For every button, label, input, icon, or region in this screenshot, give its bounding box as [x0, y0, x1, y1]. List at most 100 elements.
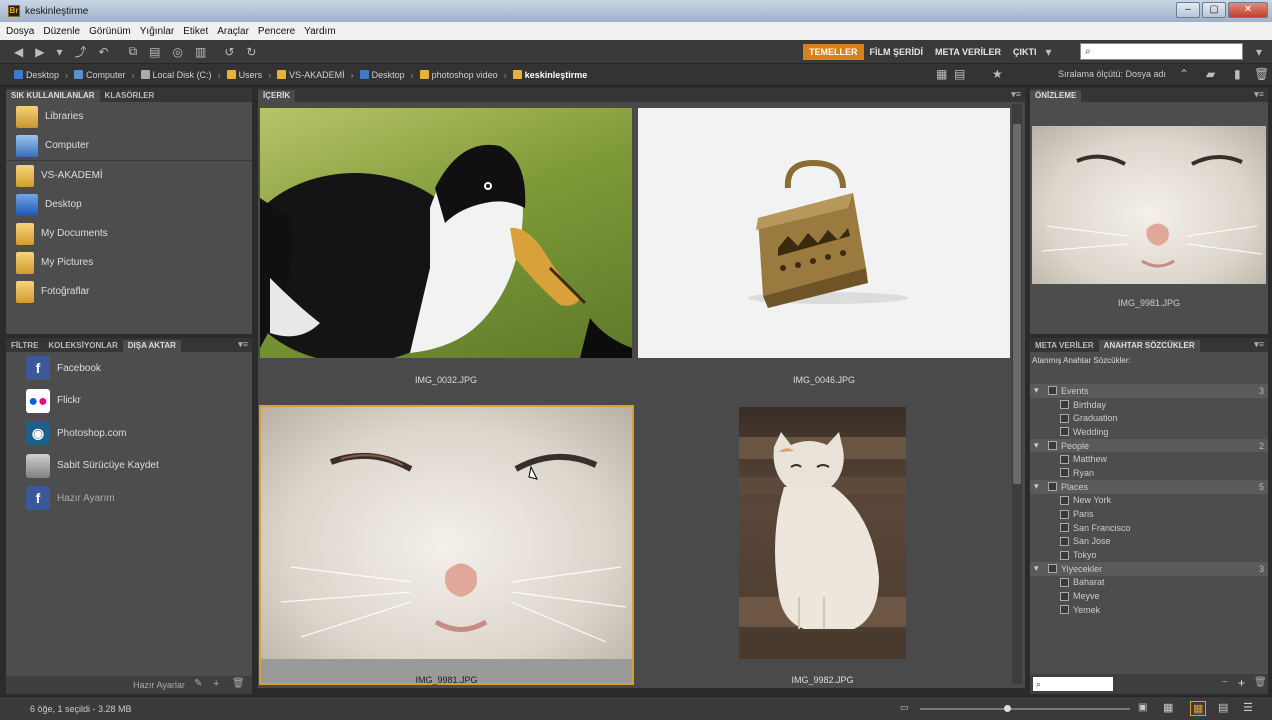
keyword-checkbox[interactable] [1060, 427, 1069, 437]
keyword-item[interactable]: New York [1030, 494, 1268, 508]
tab-folders[interactable]: KLASÖRLER [100, 90, 160, 102]
breadcrumb-item[interactable]: Local Disk (C:) › [140, 70, 221, 80]
keyword-checkbox[interactable] [1060, 413, 1069, 423]
search-clear-icon[interactable]: ▾ [1256, 45, 1262, 59]
tab-collections[interactable]: KOLEKSİYONLAR [43, 340, 122, 352]
search-input[interactable]: ⌕ [1080, 43, 1243, 60]
keyword-category-events[interactable]: ▾ Events 3 [1030, 384, 1268, 398]
keyword-item[interactable]: Birthday [1030, 398, 1268, 412]
favorite-item-computer[interactable]: Computer [6, 131, 252, 160]
keyword-item[interactable]: Yemek [1030, 603, 1268, 617]
export-item-photoshop-com[interactable]: ◉ Photoshop.com [6, 417, 252, 450]
keyword-checkbox[interactable] [1060, 577, 1069, 587]
forward-arrow-icon[interactable]: ▶ [35, 45, 44, 59]
zoom-out-icon[interactable]: ▭ [900, 702, 909, 713]
parent-folder-icon[interactable]: ⤴ [75, 43, 87, 60]
edit-icon[interactable]: ✎ [194, 678, 202, 689]
thumbnail-img-9982[interactable] [739, 407, 906, 659]
open-recent-folder-icon[interactable]: ▰ [1206, 67, 1215, 81]
keyword-checkbox[interactable] [1060, 591, 1069, 601]
star-filter-icon[interactable]: ★ [992, 67, 1003, 81]
keyword-checkbox[interactable] [1060, 468, 1069, 478]
tab-metadata[interactable]: META VERİLER [1030, 340, 1099, 352]
menu-gorunum[interactable]: Görünüm [89, 26, 131, 37]
panel-menu-icon[interactable]: ▾≡ [1011, 89, 1021, 100]
keyword-checkbox[interactable] [1048, 441, 1057, 451]
keyword-checkbox[interactable] [1060, 550, 1069, 560]
view-options-icon[interactable]: ▤ [954, 67, 965, 81]
grid-lock-icon[interactable]: ▦ [1163, 701, 1173, 714]
breadcrumb-item[interactable]: Desktop › [359, 70, 414, 80]
keyword-item[interactable]: Ryan [1030, 466, 1268, 480]
slider-knob[interactable] [1004, 705, 1011, 712]
thumbnail-img-0032[interactable] [260, 108, 632, 358]
back-arrow-icon[interactable]: ◀ [14, 45, 23, 59]
keyword-item[interactable]: San Francisco [1030, 521, 1268, 535]
content-scrollbar[interactable] [1012, 104, 1022, 684]
keyword-item[interactable]: San Jose [1030, 535, 1268, 549]
menu-yardim[interactable]: Yardım [304, 26, 336, 37]
reveal-recent-icon[interactable]: ↶ [99, 45, 109, 59]
camera-download-icon[interactable]: ⧉ [129, 44, 138, 59]
history-dropdown-icon[interactable]: ▾ [56, 45, 62, 59]
thumbnail-view-icon[interactable]: ▦ [1190, 701, 1207, 716]
keyword-item[interactable]: Matthew [1030, 452, 1268, 466]
favorite-item-my-documents[interactable]: My Documents [6, 219, 252, 248]
minimize-button[interactable]: – [1176, 2, 1200, 18]
tab-export[interactable]: DIŞA AKTAR [122, 340, 181, 352]
menu-duzenle[interactable]: Düzenle [43, 26, 80, 37]
keyword-item[interactable]: Paris [1030, 507, 1268, 521]
tab-filter[interactable]: FİLTRE [6, 340, 43, 352]
keyword-checkbox[interactable] [1048, 482, 1057, 492]
details-view-icon[interactable]: ▤ [1218, 701, 1228, 714]
tab-preview[interactable]: ÖNİZLEME [1030, 90, 1082, 102]
favorite-item-libraries[interactable]: Libraries [6, 102, 252, 131]
list-view-icon[interactable]: ☰ [1243, 701, 1253, 714]
breadcrumb-item[interactable]: VS-AKADEMİ › [277, 70, 354, 80]
keyword-checkbox[interactable] [1060, 523, 1069, 533]
keyword-category-places[interactable]: ▾ Places 5 [1030, 479, 1268, 494]
favorite-item-fotograflar[interactable]: Fotoğraflar [6, 277, 252, 306]
preview-image[interactable] [1032, 126, 1266, 284]
export-item-preset[interactable]: f Hazır Ayarım [6, 482, 252, 515]
scrollbar-thumb[interactable] [1013, 124, 1021, 484]
maximize-button[interactable]: ▢ [1202, 2, 1226, 18]
export-item-flickr[interactable]: ●● Flickr [6, 385, 252, 418]
add-icon[interactable]: + [213, 678, 219, 690]
keyword-item[interactable]: Wedding [1030, 425, 1268, 439]
keyword-checkbox[interactable] [1060, 495, 1069, 505]
tab-favorites[interactable]: SIK KULLANILANLAR [6, 90, 100, 102]
rotate-right-icon[interactable]: ↻ [246, 45, 256, 59]
keyword-checkbox[interactable] [1060, 509, 1069, 519]
keyword-search-input[interactable]: ⌕ [1033, 677, 1113, 691]
collapse-icon[interactable]: ▾ [1034, 385, 1048, 396]
workspace-tab-meta-veriler[interactable]: META VERİLER [929, 44, 1007, 60]
keyword-item[interactable]: Baharat [1030, 576, 1268, 590]
workspace-tab-film-seridi[interactable]: FİLM ŞERİDİ [864, 44, 930, 60]
delete-icon[interactable]: 🗑 [1254, 67, 1269, 81]
keyword-checkbox[interactable] [1048, 386, 1057, 396]
breadcrumb-item[interactable]: Desktop › [14, 70, 68, 80]
keyword-item[interactable]: Tokyo [1030, 548, 1268, 562]
panel-menu-icon[interactable]: ▾≡ [1254, 89, 1264, 100]
export-item-facebook[interactable]: f Facebook [6, 352, 252, 385]
sort-dropdown[interactable]: Sıralama ölçütü: Dosya adı [1058, 69, 1166, 79]
workspace-tab-temeller[interactable]: TEMELLER [803, 44, 864, 60]
breadcrumb-item[interactable]: Computer › [74, 70, 135, 80]
workspace-tab-cikti[interactable]: ÇIKTI [1007, 44, 1043, 60]
keyword-item[interactable]: Graduation [1030, 411, 1268, 425]
collapse-icon[interactable]: ▾ [1034, 563, 1048, 574]
breadcrumb-item[interactable]: photoshop video › [419, 70, 507, 80]
add-keyword-icon[interactable]: + [1238, 676, 1245, 690]
menu-araclar[interactable]: Araçlar [217, 26, 249, 37]
rotate-left-icon[interactable]: ↺ [224, 45, 234, 59]
breadcrumb-item-current[interactable]: keskinleştirme [512, 70, 587, 80]
keyword-checkbox[interactable] [1060, 400, 1069, 410]
collapse-icon[interactable]: ▾ [1034, 481, 1048, 492]
menu-yiginlar[interactable]: Yığınlar [140, 26, 174, 37]
close-button[interactable]: ✕ [1228, 2, 1268, 18]
thumbnail-size-slider[interactable] [920, 705, 1130, 712]
remove-keyword-icon[interactable]: − [1222, 677, 1228, 688]
collapse-icon[interactable]: ▾ [1034, 440, 1048, 451]
keyword-checkbox[interactable] [1048, 564, 1057, 574]
